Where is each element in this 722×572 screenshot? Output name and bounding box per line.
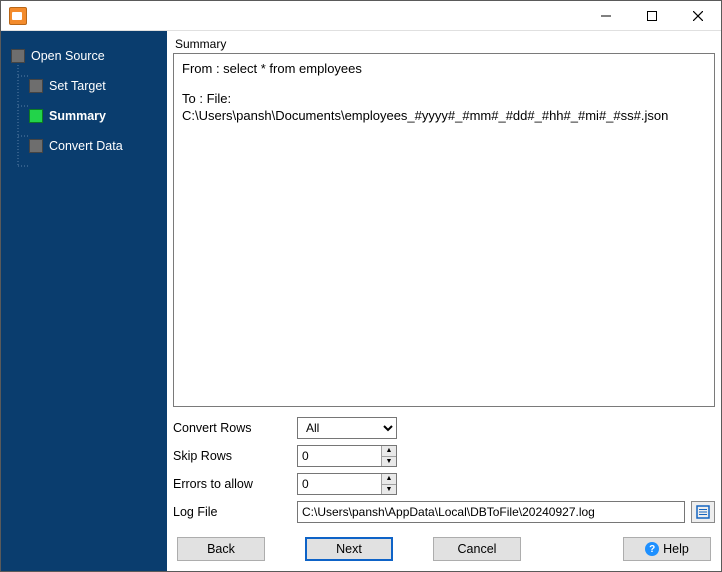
minimize-button[interactable] <box>583 1 629 31</box>
spinner-up-icon[interactable]: ▲ <box>382 446 396 457</box>
app-icon <box>9 7 27 25</box>
titlebar <box>1 1 721 31</box>
step-label: Set Target <box>49 79 106 93</box>
step-label: Open Source <box>31 49 105 63</box>
main-panel: Summary From : select * from employees T… <box>167 31 721 571</box>
summary-from: From : select * from employees <box>182 60 706 78</box>
step-box-icon <box>29 79 43 93</box>
convert-rows-label: Convert Rows <box>173 421 293 435</box>
help-button[interactable]: ? Help <box>623 537 711 561</box>
step-set-target[interactable]: Set Target <box>11 71 167 101</box>
errors-spinner[interactable]: ▲ ▼ <box>297 473 397 495</box>
summary-textarea[interactable]: From : select * from employees To : File… <box>173 53 715 407</box>
step-box-icon <box>11 49 25 63</box>
close-icon <box>693 11 703 21</box>
spinner-down-icon[interactable]: ▼ <box>382 457 396 467</box>
logfile-input[interactable] <box>297 501 685 523</box>
wizard-sidebar: Open Source Set Target Summary Convert D… <box>1 31 167 571</box>
skip-rows-spinner[interactable]: ▲ ▼ <box>297 445 397 467</box>
step-label: Convert Data <box>49 139 123 153</box>
step-label: Summary <box>49 109 106 123</box>
logfile-label: Log File <box>173 505 293 519</box>
next-button[interactable]: Next <box>305 537 393 561</box>
open-file-icon <box>696 505 710 519</box>
spinner-down-icon[interactable]: ▼ <box>382 485 396 495</box>
logfile-browse-button[interactable] <box>691 501 715 523</box>
skip-rows-input[interactable] <box>298 446 381 466</box>
cancel-button[interactable]: Cancel <box>433 537 521 561</box>
step-box-icon <box>29 109 43 123</box>
close-button[interactable] <box>675 1 721 31</box>
help-icon: ? <box>645 542 659 556</box>
skip-rows-label: Skip Rows <box>173 449 293 463</box>
maximize-icon <box>647 11 657 21</box>
maximize-button[interactable] <box>629 1 675 31</box>
section-title: Summary <box>175 37 715 51</box>
spinner-up-icon[interactable]: ▲ <box>382 474 396 485</box>
errors-input[interactable] <box>298 474 381 494</box>
step-convert-data[interactable]: Convert Data <box>11 131 167 161</box>
back-button[interactable]: Back <box>177 537 265 561</box>
errors-label: Errors to allow <box>173 477 293 491</box>
step-box-icon <box>29 139 43 153</box>
convert-rows-select[interactable]: All <box>297 417 397 439</box>
step-open-source[interactable]: Open Source <box>11 41 167 71</box>
summary-to: To : File: C:\Users\pansh\Documents\empl… <box>182 90 706 125</box>
minimize-icon <box>601 11 611 21</box>
step-summary[interactable]: Summary <box>11 101 167 131</box>
app-window: Open Source Set Target Summary Convert D… <box>0 0 722 572</box>
